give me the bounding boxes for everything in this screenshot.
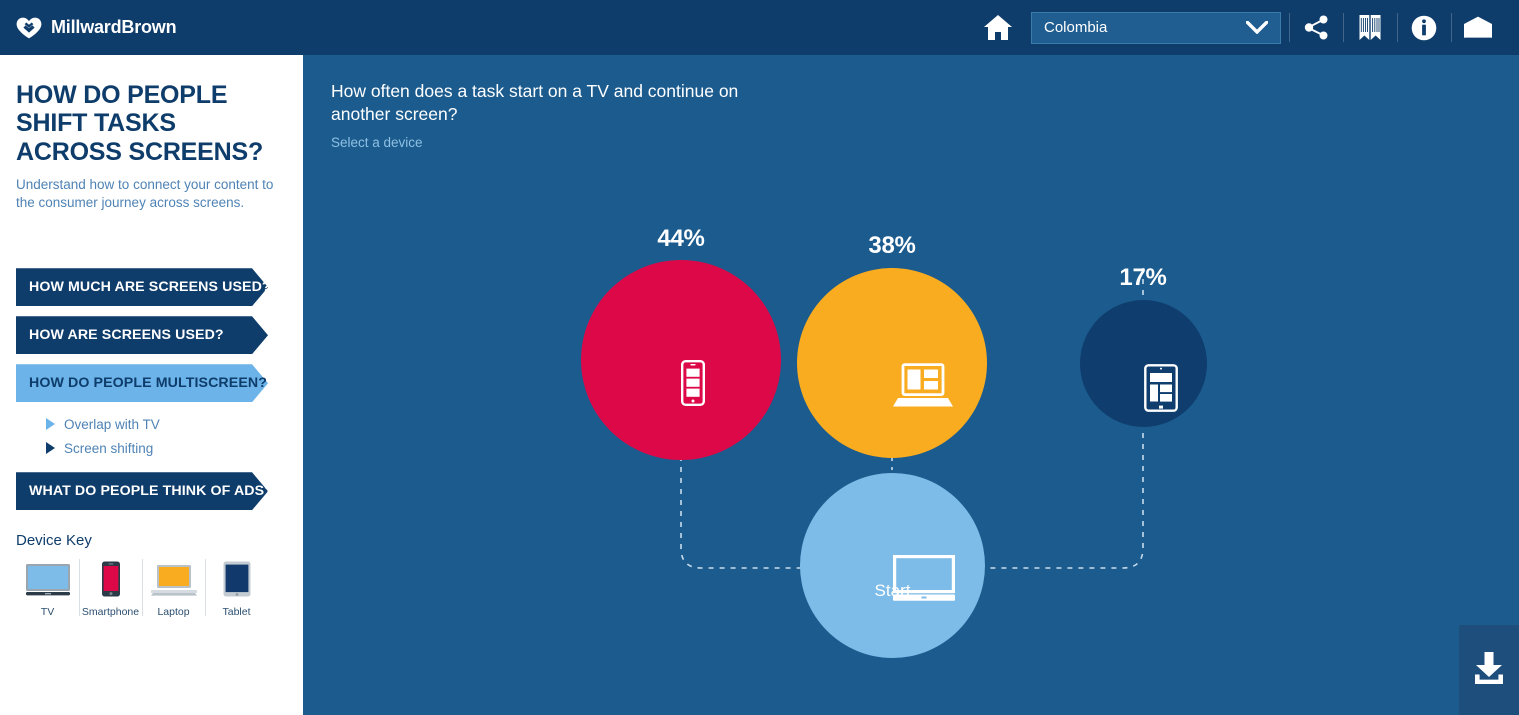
sidebar-subitem-overlap-with-tv[interactable]: Overlap with TV	[16, 412, 285, 436]
value-label-laptop: 38%	[868, 232, 916, 259]
download-icon	[1471, 651, 1507, 690]
sidebar-item-how-do-people-multiscreen[interactable]: HOW DO PEOPLE MULTISCREEN?	[16, 364, 268, 403]
device-key-title: Device Key	[16, 532, 92, 550]
device-key: Device Key TV Smartphone Laptop Tablet	[16, 532, 285, 618]
main-content: How often does a task start on a TV and …	[303, 55, 1519, 715]
device-key-item-tv[interactable]: TV	[16, 557, 79, 618]
sidebar-subitem-screen-shifting[interactable]: Screen shifting	[16, 436, 285, 460]
bubble-start-tv[interactable]: Start	[800, 473, 985, 658]
info-icon	[1411, 15, 1437, 41]
country-selector[interactable]: Colombia	[1031, 11, 1281, 44]
start-label: Start	[874, 581, 911, 600]
tv-icon	[24, 557, 72, 597]
contact-button[interactable]	[1451, 0, 1505, 55]
sidebar-subitem-label: Overlap with TV	[64, 416, 160, 432]
sidebar-subitems: Overlap with TV Screen shifting	[16, 412, 285, 460]
sidebar-item-how-much-are-screens-used[interactable]: HOW MUCH ARE SCREENS USED?	[16, 268, 271, 307]
bubble-smartphone[interactable]	[581, 260, 781, 460]
download-button[interactable]	[1459, 625, 1519, 715]
application-root: MillwardBrown Colombia HOW DO PEOPLE SHI…	[0, 0, 1519, 715]
sidebar-nav: HOW MUCH ARE SCREENS USED? HOW ARE SCREE…	[16, 268, 285, 511]
device-key-list: TV Smartphone Laptop Tablet	[16, 557, 285, 618]
sidebar-subitem-label: Screen shifting	[64, 440, 154, 456]
info-button[interactable]	[1397, 0, 1451, 55]
home-icon	[983, 14, 1013, 41]
value-label-smartphone: 44%	[657, 225, 705, 252]
device-key-item-laptop[interactable]: Laptop	[142, 557, 205, 618]
sidebar-item-label: HOW ARE SCREENS USED?	[29, 327, 224, 344]
device-key-label: Smartphone	[81, 606, 140, 619]
smartphone-icon	[101, 557, 121, 597]
share-icon	[1304, 15, 1329, 40]
device-key-label: TV	[40, 606, 55, 619]
page-title: HOW DO PEOPLE SHIFT TASKS ACROSS SCREENS…	[16, 81, 264, 166]
device-key-label: Laptop	[157, 606, 190, 619]
top-navigation: Colombia	[971, 0, 1519, 55]
chevron-down-icon	[1246, 21, 1280, 34]
laptop-icon	[150, 557, 198, 597]
bubble-laptop[interactable]	[797, 268, 987, 458]
triangle-right-icon	[46, 418, 55, 431]
device-key-item-tablet[interactable]: Tablet	[205, 557, 268, 618]
sidebar-item-what-do-people-think-of-ads[interactable]: WHAT DO PEOPLE THINK OF ADS?	[16, 472, 273, 511]
sidebar: HOW DO PEOPLE SHIFT TASKS ACROSS SCREENS…	[0, 55, 303, 715]
value-label-tablet: 17%	[1119, 264, 1167, 291]
heart-logo-icon	[16, 17, 42, 39]
brand-name: MillwardBrown	[51, 17, 177, 37]
sidebar-item-label: HOW MUCH ARE SCREENS USED?	[29, 279, 271, 296]
top-bar: MillwardBrown Colombia	[0, 0, 1519, 55]
share-button[interactable]	[1289, 0, 1343, 55]
home-button[interactable]	[971, 0, 1025, 55]
sidebar-item-label: HOW DO PEOPLE MULTISCREEN?	[29, 375, 268, 392]
sidebar-item-how-are-screens-used[interactable]: HOW ARE SCREENS USED?	[16, 316, 268, 355]
envelope-icon	[1463, 16, 1493, 39]
tablet-icon	[223, 557, 251, 597]
glossary-button[interactable]	[1343, 0, 1397, 55]
bubble-tablet[interactable]	[1080, 300, 1207, 427]
brand-logo[interactable]: MillwardBrown	[0, 17, 177, 39]
sidebar-item-label: WHAT DO PEOPLE THINK OF ADS?	[29, 483, 273, 500]
triangle-right-icon	[46, 442, 55, 455]
book-icon	[1358, 14, 1382, 41]
page-subtitle: Understand how to connect your content t…	[16, 176, 274, 210]
device-key-item-smartphone[interactable]: Smartphone	[79, 557, 142, 618]
screen-shift-diagram: 44% 38% 17% Start	[303, 55, 1519, 715]
country-value: Colombia	[1044, 19, 1108, 36]
device-key-label: Tablet	[222, 606, 251, 619]
